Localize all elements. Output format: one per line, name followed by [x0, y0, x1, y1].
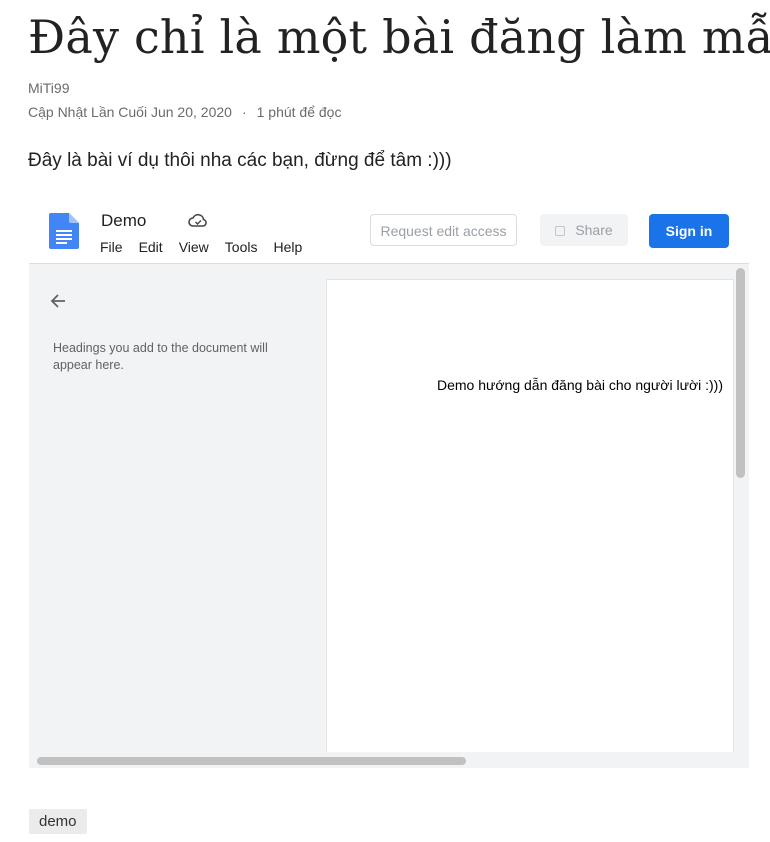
tag-demo[interactable]: demo	[29, 809, 87, 834]
menu-view[interactable]: View	[179, 239, 209, 255]
lock-icon	[555, 226, 566, 237]
vertical-scrollbar[interactable]	[736, 268, 745, 478]
post-author[interactable]: MiTi99	[28, 80, 70, 96]
post-title: Đây chỉ là một bài đăng làm mẫu	[28, 10, 770, 64]
horizontal-scrollbar[interactable]	[37, 757, 466, 765]
request-edit-access-button[interactable]: Request edit access	[370, 214, 517, 246]
read-time: 1 phút để đọc	[256, 104, 342, 120]
sign-in-button[interactable]: Sign in	[649, 214, 729, 248]
google-doc-embed: Demo File Edit View Tools Help Request edit …	[29, 200, 749, 768]
updated-date: Cập Nhật Lần Cuối Jun 20, 2020	[28, 104, 232, 120]
share-button[interactable]: Share	[540, 214, 628, 246]
doc-page-text: Demo hướng dẫn đăng bài cho người lười :…	[436, 377, 723, 393]
menu-tools[interactable]: Tools	[225, 239, 258, 255]
menu-file[interactable]: File	[100, 239, 123, 255]
menu-help[interactable]: Help	[273, 239, 302, 255]
doc-menu-bar: File Edit View Tools Help	[100, 239, 318, 255]
share-label: Share	[575, 222, 613, 238]
arrow-back-icon[interactable]	[49, 292, 67, 310]
meta-separator: ·	[241, 104, 247, 120]
doc-page[interactable]: Demo hướng dẫn đăng bài cho người lười :…	[327, 280, 733, 760]
cloud-saved-icon[interactable]	[187, 212, 209, 230]
post-meta: Cập Nhật Lần Cuối Jun 20, 2020 · 1 phút để…	[28, 104, 341, 120]
menu-edit[interactable]: Edit	[139, 239, 163, 255]
doc-title[interactable]: Demo	[101, 211, 146, 231]
outline-hint: Headings you add to the document will ap…	[53, 341, 268, 372]
google-docs-logo[interactable]	[49, 213, 79, 249]
post-intro: Đây là bài ví dụ thôi nha các bạn, đừng …	[28, 150, 452, 171]
doc-header: Demo File Edit View Tools Help Request edit …	[29, 200, 749, 264]
